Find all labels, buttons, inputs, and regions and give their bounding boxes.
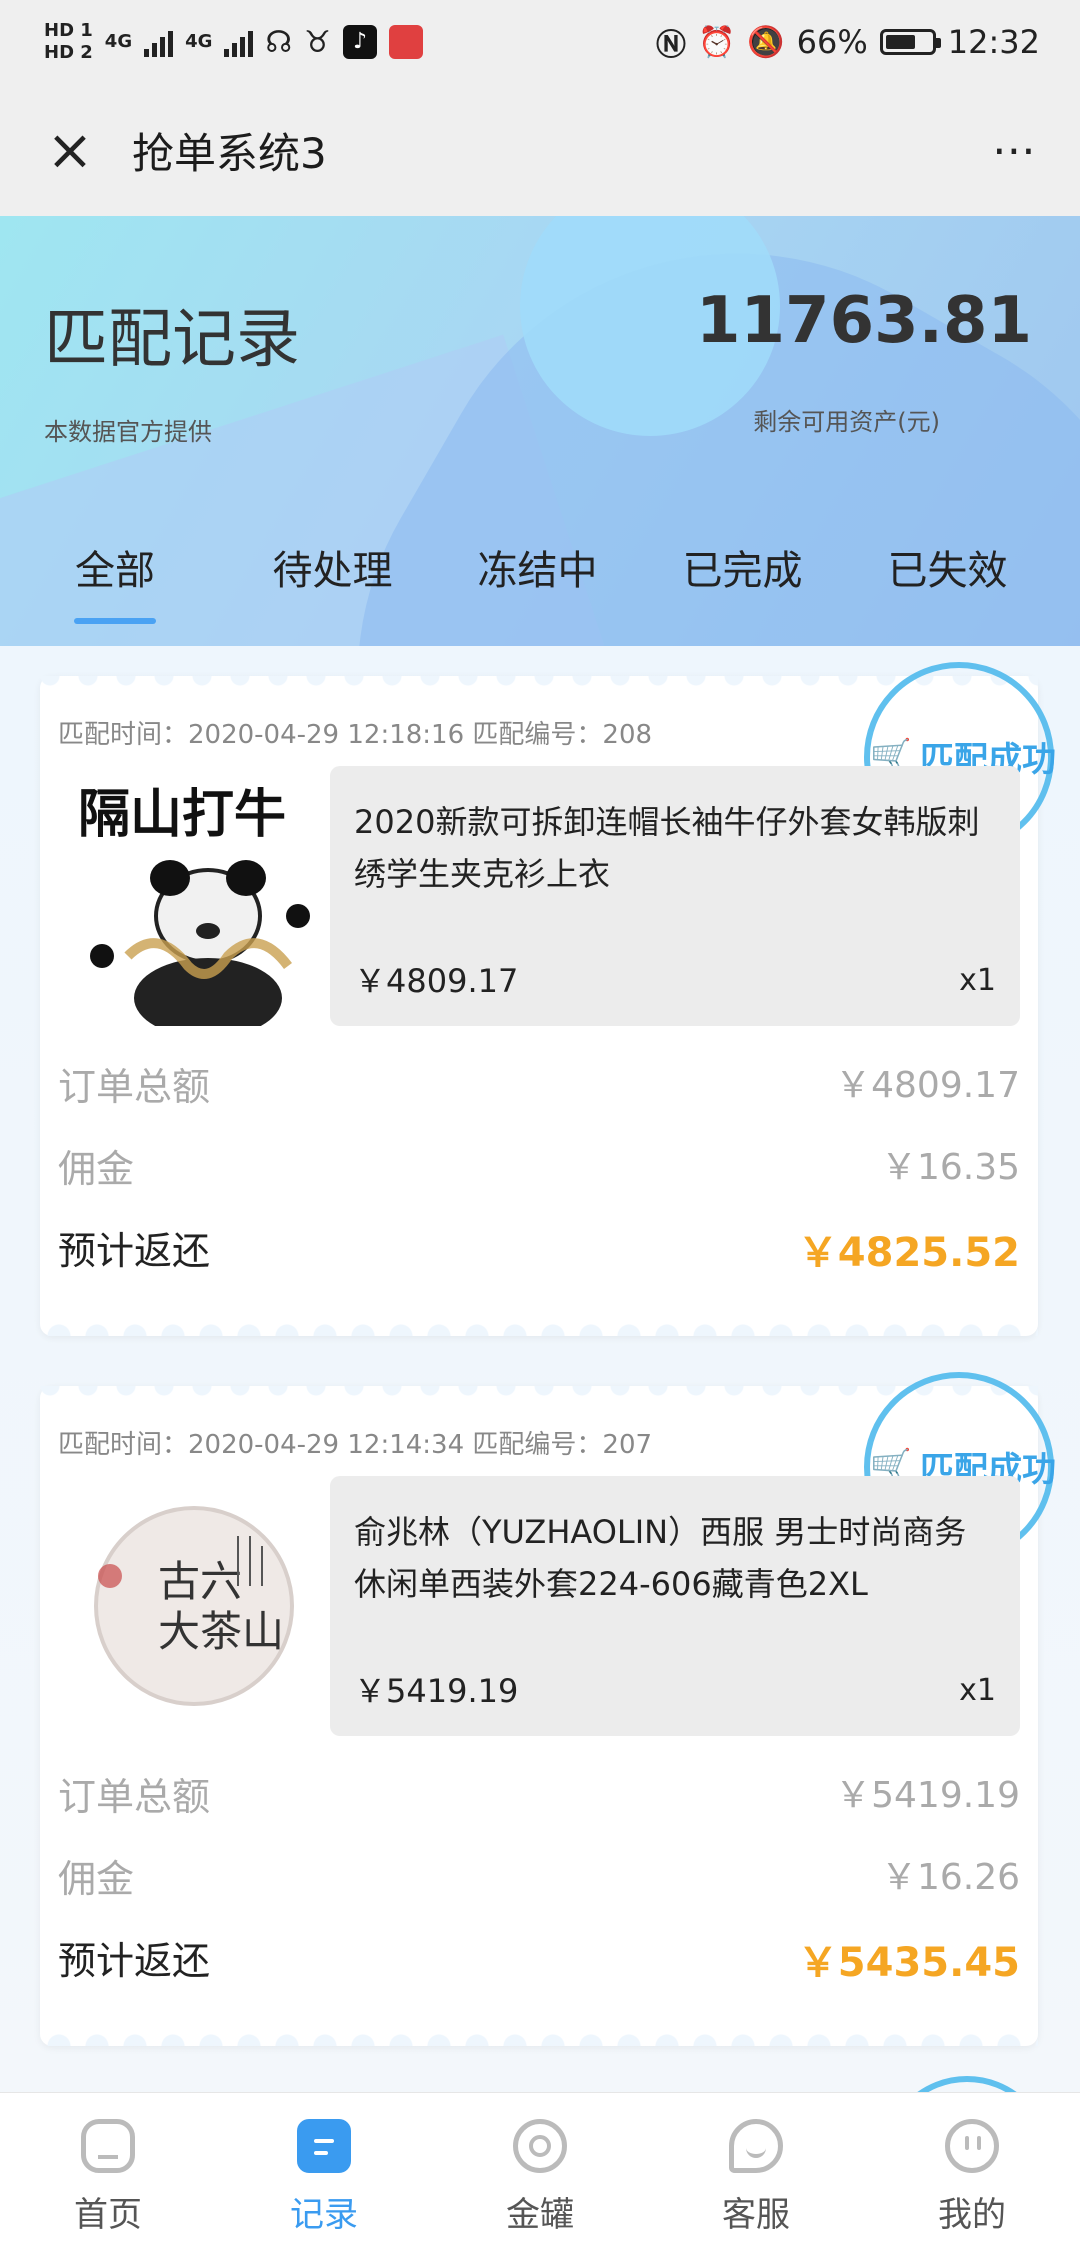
- card-edge: [40, 2028, 1038, 2046]
- card-edge: [40, 676, 1038, 694]
- panda-meme-image: [90, 860, 310, 1026]
- commission-value: ￥16.35: [880, 1147, 1020, 1188]
- nav-service[interactable]: 客服: [648, 2093, 864, 2244]
- product-name: 2020新款可拆卸连帽长袖牛仔外套女韩版刺绣学生夹克衫上衣: [354, 803, 980, 893]
- card-edge: [40, 1386, 1038, 1404]
- service-icon: [729, 2119, 783, 2173]
- nfc-icon: Ⓝ: [655, 28, 686, 63]
- close-icon: ×: [46, 117, 94, 183]
- hd-indicators: HD 1 HD 2: [44, 22, 93, 62]
- product-price: ￥4809.17: [354, 962, 519, 1000]
- available-assets-amount: 11763.81: [695, 284, 1032, 358]
- network-type-1: 4G: [104, 31, 133, 52]
- order-card[interactable]: 🛒 匹配成功 匹配时间：2020-04-29 12:18:16 匹配编号：208…: [40, 662, 1056, 1336]
- status-right: Ⓝ ⏰ 🔕 66% 12:32: [656, 20, 1040, 64]
- nav-service-label: 客服: [722, 2195, 790, 2235]
- order-total-row: 订单总额 ￥5419.19: [58, 1766, 1020, 1821]
- nav-profile-label: 我的: [938, 2195, 1006, 2235]
- commission-row: 佣金 ￥16.35: [58, 1138, 1020, 1193]
- product-price: ￥5419.19: [354, 1672, 519, 1710]
- product-name: 俞兆林（YUZHAOLIN）西服 男士时尚商务休闲单西装外套224-606藏青色…: [354, 1513, 967, 1603]
- next-card-stamp: [882, 2076, 1052, 2092]
- hd2-indicator: HD 2: [44, 42, 93, 63]
- alarm-icon: ⏰: [697, 24, 736, 60]
- headset-icon: ☊: [265, 24, 293, 60]
- mute-icon: 🔕: [747, 24, 785, 60]
- battery-percent: 66%: [796, 23, 868, 61]
- expected-return-value: ￥4825.52: [797, 1230, 1020, 1276]
- order-total-row: 订单总额 ￥4809.17: [58, 1056, 1020, 1111]
- title-bar: × 抢单系统3 ⋯: [0, 84, 1080, 216]
- nav-home-label: 首页: [74, 2195, 142, 2235]
- expected-return-label: 预计返还: [58, 1939, 211, 1983]
- product-image: 古六 大茶山: [58, 1476, 330, 1736]
- available-assets-label: 剩余可用资产(元): [753, 408, 940, 436]
- notification-icon: ♉: [304, 24, 331, 60]
- order-meta: 匹配时间：2020-04-29 12:14:34 匹配编号：207: [58, 1430, 653, 1460]
- order-list: 🛒 匹配成功 匹配时间：2020-04-29 12:18:16 匹配编号：208…: [0, 646, 1080, 2092]
- order-card[interactable]: 🛒 匹配成功 匹配时间：2020-04-29 12:14:34 匹配编号：207…: [40, 1372, 1056, 2046]
- hd1-indicator: HD 1: [44, 20, 93, 41]
- tea-cake-image: 古六 大茶山: [94, 1506, 294, 1706]
- order-total-value: ￥4809.17: [835, 1065, 1020, 1106]
- order-total-label: 订单总额: [58, 1065, 211, 1109]
- jar-icon: [513, 2119, 567, 2173]
- tab-all[interactable]: 全部: [0, 538, 230, 628]
- product-quantity: x1: [959, 963, 996, 998]
- more-button[interactable]: ⋯: [992, 125, 1040, 176]
- tab-frozen[interactable]: 冻结中: [435, 538, 640, 628]
- battery-icon: [879, 29, 941, 55]
- nav-record[interactable]: 记录: [216, 2093, 432, 2244]
- product-info: 俞兆林（YUZHAOLIN）西服 男士时尚商务休闲单西装外套224-606藏青色…: [330, 1476, 1020, 1736]
- signal-icon-2: [224, 27, 254, 57]
- order-total-label: 订单总额: [58, 1775, 211, 1819]
- nav-profile[interactable]: 我的: [864, 2093, 1080, 2244]
- book-app-icon: [388, 25, 423, 59]
- product-image: 隔山打牛: [58, 766, 330, 1026]
- record-icon: [297, 2119, 351, 2173]
- order-total-value: ￥5419.19: [835, 1775, 1020, 1816]
- more-icon: ⋯: [992, 124, 1040, 176]
- expected-return-label: 预计返还: [58, 1229, 211, 1273]
- nav-record-label: 记录: [290, 2195, 358, 2235]
- status-tabs: 全部 待处理 冻结中 已完成 已失效: [0, 538, 1080, 628]
- commission-label: 佣金: [58, 1147, 135, 1191]
- commission-label: 佣金: [58, 1857, 135, 1901]
- expected-return-value: ￥5435.45: [797, 1940, 1020, 1986]
- section-title: 匹配记录: [44, 303, 300, 377]
- svg-text:大茶山: 大茶山: [158, 1607, 284, 1656]
- header-banner: 匹配记录 本数据官方提供 11763.81 剩余可用资产(元) 全部 待处理 冻…: [0, 216, 1080, 646]
- product-row[interactable]: 隔山打牛 2020新款可拆卸连帽长袖牛仔外套女韩版刺绣学生夹克衫上衣 ￥4809…: [58, 766, 1020, 1026]
- commission-value: ￥16.26: [880, 1857, 1020, 1898]
- home-icon: [81, 2119, 135, 2173]
- section-subtitle: 本数据官方提供: [44, 418, 212, 446]
- card-edge: [40, 1318, 1038, 1336]
- close-button[interactable]: ×: [40, 117, 100, 183]
- tab-expired[interactable]: 已失效: [845, 538, 1050, 628]
- tiktok-icon: ♪: [342, 25, 377, 59]
- expected-return-row: 预计返还 ￥5435.45: [58, 1930, 1020, 1988]
- signal-icon: [144, 27, 174, 57]
- nav-home[interactable]: 首页: [0, 2093, 216, 2244]
- bottom-navigation: 首页 记录 金罐 客服 我的: [0, 2092, 1080, 2244]
- profile-icon: [945, 2119, 999, 2173]
- tab-completed[interactable]: 已完成: [640, 538, 845, 628]
- clock: 12:32: [947, 23, 1040, 61]
- expected-return-row: 预计返还 ￥4825.52: [58, 1220, 1020, 1278]
- tab-pending[interactable]: 待处理: [230, 538, 435, 628]
- product-quantity: x1: [959, 1673, 996, 1708]
- network-type-2: 4G: [185, 31, 213, 52]
- nav-jar[interactable]: 金罐: [432, 2093, 648, 2244]
- status-left: HD 1 HD 2 4G 4G ☊ ♉ ♪: [44, 22, 423, 62]
- status-bar: HD 1 HD 2 4G 4G ☊ ♉ ♪ Ⓝ ⏰ 🔕 66% 12:32: [0, 0, 1080, 84]
- order-meta: 匹配时间：2020-04-29 12:18:16 匹配编号：208: [58, 720, 653, 750]
- commission-row: 佣金 ￥16.26: [58, 1848, 1020, 1903]
- page-title: 抢单系统3: [132, 128, 327, 178]
- nav-jar-label: 金罐: [506, 2195, 574, 2235]
- product-info: 2020新款可拆卸连帽长袖牛仔外套女韩版刺绣学生夹克衫上衣 ￥4809.17 x…: [330, 766, 1020, 1026]
- product-row[interactable]: 古六 大茶山 俞兆林（YUZHAOLIN）西服 男士时尚商务休闲单西装外套224…: [58, 1476, 1020, 1736]
- svg-text:古六: 古六: [158, 1557, 242, 1606]
